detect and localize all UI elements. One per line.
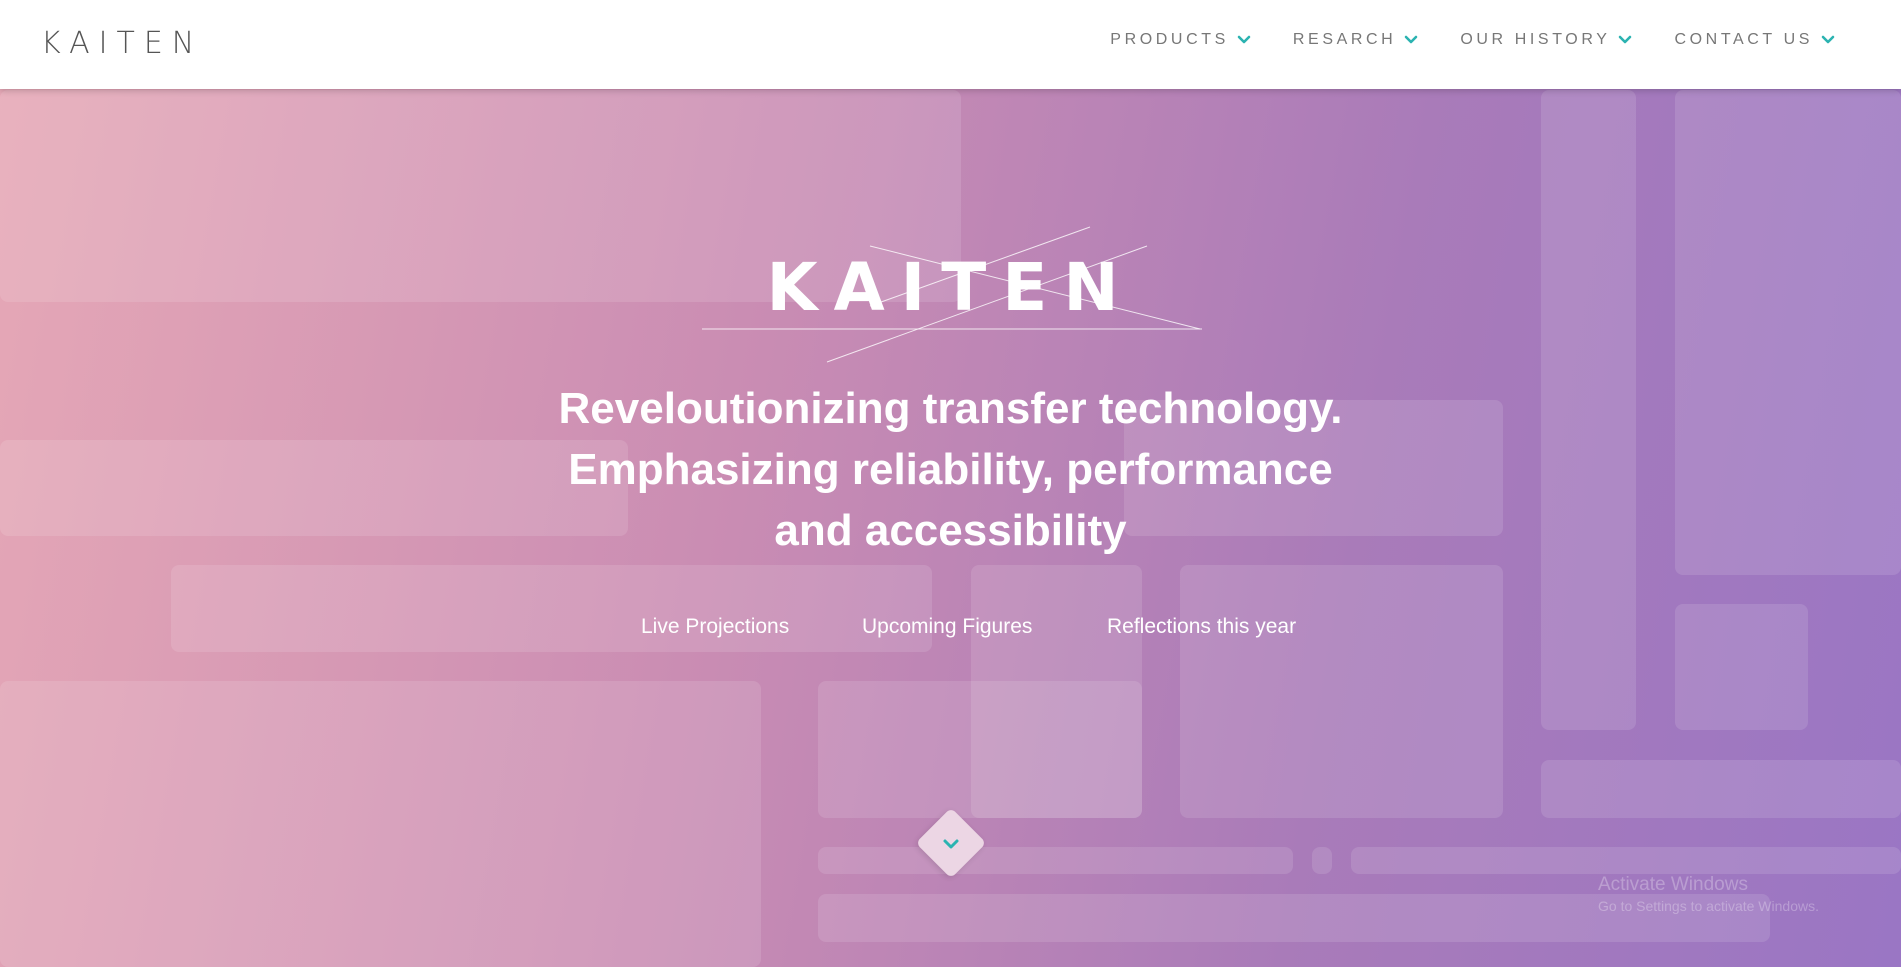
watermark-subtitle: Go to Settings to activate Windows. <box>1598 898 1819 914</box>
tagline-line: Emphasizing reliability, performance <box>568 445 1333 494</box>
link-upcoming-figures[interactable]: Upcoming Figures <box>862 615 1032 639</box>
nav-item-contact-us[interactable]: CONTACT US <box>1674 31 1835 49</box>
bg-panel <box>1541 760 1901 818</box>
windows-activation-watermark: Activate Windows Go to Settings to activ… <box>1598 874 1819 914</box>
bg-panel <box>818 681 1142 818</box>
nav-logo[interactable]: KAITEN <box>41 26 203 62</box>
nav-item-our-history[interactable]: OUR HISTORY <box>1460 31 1632 49</box>
bg-panel <box>1675 90 1901 575</box>
nav-item-label: PRODUCTS <box>1110 31 1229 48</box>
navbar: KAITEN PRODUCTS RESARCH OUR HISTORY CONT… <box>0 0 1901 89</box>
bg-panel <box>1675 604 1808 730</box>
chevron-down-icon <box>1821 35 1835 44</box>
bg-panel <box>1312 847 1332 874</box>
bg-panel <box>1541 90 1636 730</box>
nav-item-label: RESARCH <box>1292 31 1397 48</box>
watermark-title: Activate Windows <box>1598 874 1748 895</box>
chevron-down-icon <box>1237 35 1251 44</box>
bg-panel <box>171 565 932 652</box>
chevron-down-icon <box>1619 35 1632 44</box>
link-reflections-this-year[interactable]: Reflections this year <box>1107 615 1296 639</box>
bg-panel <box>818 847 1293 874</box>
chevron-down-icon <box>943 839 959 849</box>
nav-menu: PRODUCTS RESARCH OUR HISTORY CONTACT US <box>1110 31 1835 49</box>
chevron-down-icon <box>1405 35 1418 44</box>
hero-tagline: Reveloutionizing transfer technology. Em… <box>500 378 1401 561</box>
nav-item-label: CONTACT US <box>1674 31 1813 48</box>
bg-panel <box>0 681 761 967</box>
nav-item-label: OUR HISTORY <box>1460 31 1611 48</box>
tagline-line: and accessibility <box>774 506 1127 555</box>
bg-panel <box>1180 565 1503 818</box>
link-live-projections[interactable]: Live Projections <box>641 615 789 639</box>
bg-panel <box>1351 847 1901 874</box>
hero-brand: KAITEN <box>766 249 1135 326</box>
tagline-line: Reveloutionizing transfer technology. <box>558 384 1343 433</box>
nav-item-research[interactable]: RESARCH <box>1293 31 1418 49</box>
nav-item-products[interactable]: PRODUCTS <box>1110 31 1251 49</box>
